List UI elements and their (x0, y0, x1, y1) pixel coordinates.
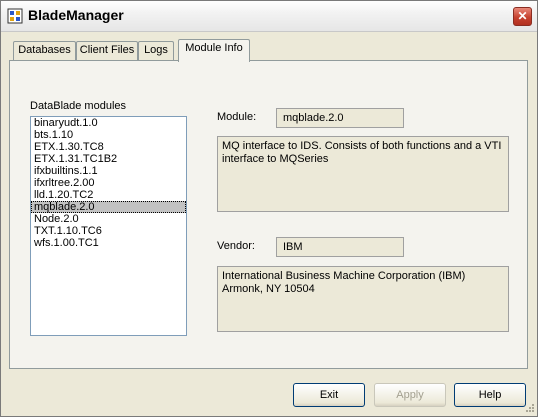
tab-module-info[interactable]: Module Info (178, 39, 250, 62)
vendor-label: Vendor: (217, 240, 255, 252)
list-item[interactable]: lld.1.20.TC2 (31, 189, 186, 201)
list-item[interactable]: binaryudt.1.0 (31, 117, 186, 129)
list-item[interactable]: wfs.1.00.TC1 (31, 237, 186, 249)
title-bar[interactable]: BladeManager ✕ (1, 1, 537, 32)
blade-manager-app-icon (7, 8, 23, 24)
close-icon: ✕ (517, 9, 528, 23)
window-title: BladeManager (28, 7, 124, 23)
tab-client-files[interactable]: Client Files (76, 41, 138, 60)
module-name-field: mqblade.2.0 (276, 108, 404, 128)
modules-list-label: DataBlade modules (30, 100, 127, 112)
vendor-name-field: IBM (276, 237, 404, 257)
close-button[interactable]: ✕ (513, 7, 532, 26)
module-label: Module: (217, 111, 257, 123)
list-item[interactable]: bts.1.10 (31, 129, 186, 141)
module-info-panel: DataBlade modules binaryudt.1.0 bts.1.10… (9, 60, 528, 369)
apply-button[interactable]: Apply (374, 383, 446, 407)
list-item[interactable]: ETX.1.30.TC8 (31, 141, 186, 153)
list-item[interactable]: Node.2.0 (31, 213, 186, 225)
tab-databases[interactable]: Databases (13, 41, 76, 60)
tab-logs[interactable]: Logs (138, 41, 174, 60)
list-item[interactable]: ETX.1.31.TC1B2 (31, 153, 186, 165)
exit-button[interactable]: Exit (293, 383, 365, 407)
list-item[interactable]: ifxrltree.2.00 (31, 177, 186, 189)
blade-manager-window: BladeManager ✕ Databases Client Files Lo… (0, 0, 538, 417)
list-item[interactable]: ifxbuiltins.1.1 (31, 165, 186, 177)
help-button[interactable]: Help (454, 383, 526, 407)
vendor-description-box: International Business Machine Corporati… (217, 266, 509, 332)
module-description-box: MQ interface to IDS. Consists of both fu… (217, 136, 509, 212)
list-item[interactable]: TXT.1.10.TC6 (31, 225, 186, 237)
modules-listbox[interactable]: binaryudt.1.0 bts.1.10 ETX.1.30.TC8 ETX.… (30, 116, 187, 336)
resize-grip-icon[interactable] (523, 403, 535, 415)
list-item-selected[interactable]: mqblade.2.0 (31, 201, 186, 213)
